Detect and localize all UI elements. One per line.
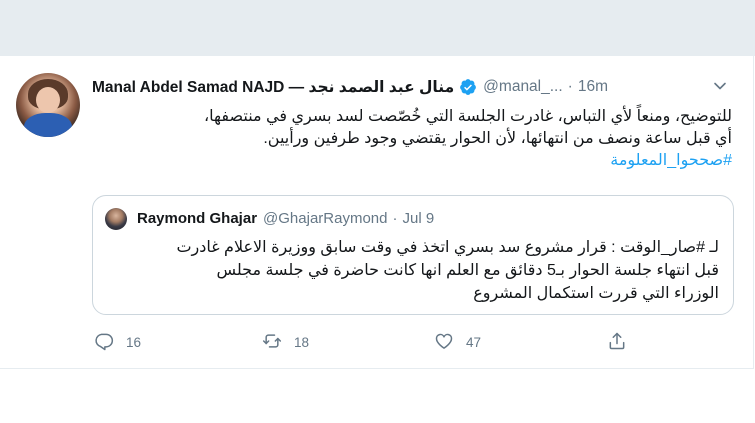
retweet-button[interactable]: 18 xyxy=(262,331,309,353)
quoted-text-line: قبل انتهاء جلسة الحوار بـ5 دقائق مع العل… xyxy=(216,262,719,279)
like-count: 47 xyxy=(466,334,482,350)
quoted-tweet-header: Raymond Ghajar @GhajarRaymond · Jul 9 xyxy=(137,207,434,229)
like-icon xyxy=(434,331,454,354)
quoted-tweet-text: لـ #صار_الوقت : قرار مشروع سد بسري اتخذ … xyxy=(105,236,719,305)
quoted-text-line: لـ #صار_الوقت : قرار مشروع سد بسري اتخذ … xyxy=(176,239,719,256)
verified-badge-icon xyxy=(459,78,477,96)
quoted-display-name[interactable]: Raymond Ghajar xyxy=(137,210,257,227)
tweet-text-line: أي قبل ساعة ونصف من انتهائها، لأن الحوار… xyxy=(263,130,732,147)
share-button[interactable] xyxy=(607,331,627,353)
chevron-down-icon[interactable] xyxy=(712,78,728,94)
quoted-date[interactable]: Jul 9 xyxy=(402,210,434,227)
timestamp[interactable]: 16m xyxy=(578,78,608,96)
retweet-icon xyxy=(262,331,282,354)
action-bar: 16 18 47 xyxy=(92,331,652,353)
separator-dot: · xyxy=(567,78,573,95)
timeline-background xyxy=(0,0,755,56)
reply-button[interactable]: 16 xyxy=(94,331,141,353)
avatar[interactable] xyxy=(16,73,80,137)
quoted-tweet[interactable]: Raymond Ghajar @GhajarRaymond · Jul 9 لـ… xyxy=(92,195,734,315)
display-name[interactable]: Manal Abdel Samad NAJD — منال عبد الصمد … xyxy=(92,78,454,97)
separator-dot: · xyxy=(392,209,398,227)
like-button[interactable]: 47 xyxy=(434,331,481,353)
share-icon xyxy=(607,331,627,354)
quoted-text-line: الوزراء التي قررت استكمال المشروع xyxy=(473,285,719,302)
tweet-card[interactable]: Manal Abdel Samad NAJD — منال عبد الصمد … xyxy=(0,56,754,369)
handle[interactable]: @manal_... xyxy=(483,78,563,96)
quoted-avatar[interactable] xyxy=(105,208,127,230)
hashtag-link[interactable]: #صححوا_المعلومة xyxy=(92,150,732,172)
tweet-text: للتوضيح، ومنعاً لأي التباس، غادرت الجلسة… xyxy=(92,106,732,172)
quoted-handle[interactable]: @GhajarRaymond xyxy=(263,210,387,227)
retweet-count: 18 xyxy=(294,334,310,350)
reply-count: 16 xyxy=(126,334,142,350)
reply-icon xyxy=(94,331,114,354)
tweet-header: Manal Abdel Samad NAJD — منال عبد الصمد … xyxy=(92,76,732,98)
tweet-text-line: للتوضيح، ومنعاً لأي التباس، غادرت الجلسة… xyxy=(204,108,732,125)
